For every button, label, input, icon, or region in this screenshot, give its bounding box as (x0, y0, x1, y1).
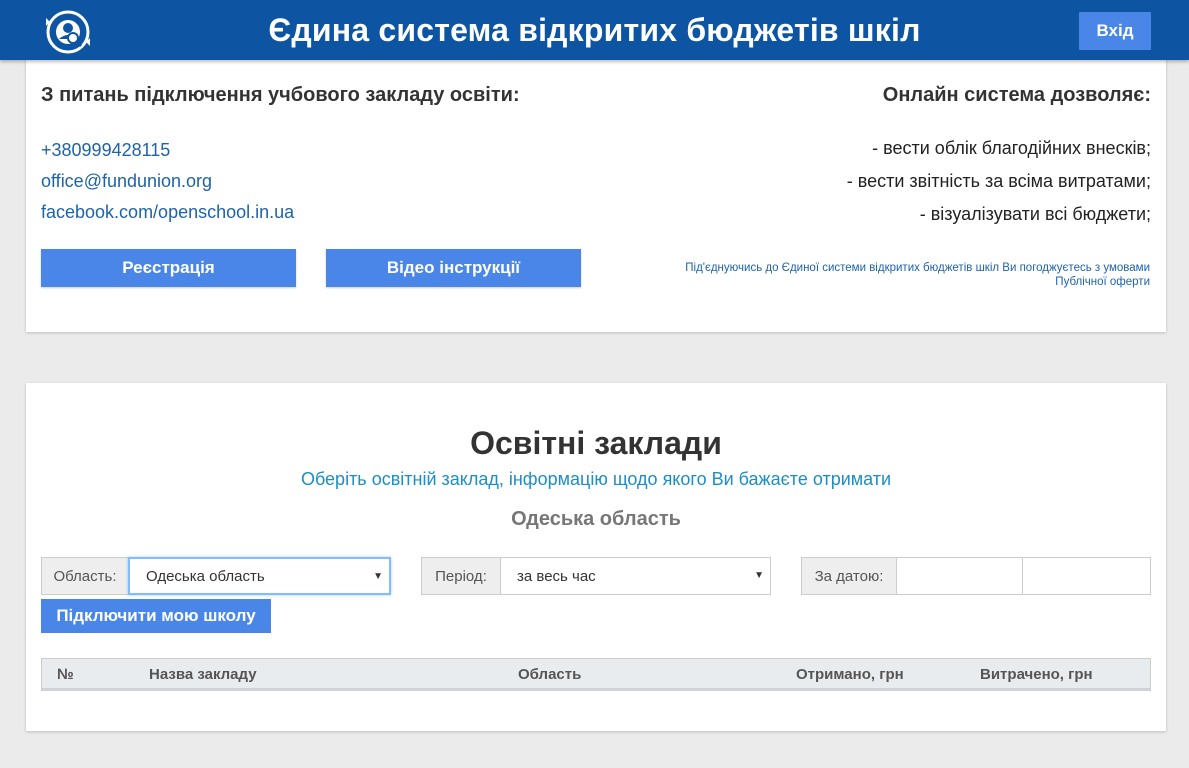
dropdown-arrow-icon: ▼ (754, 570, 764, 581)
email-link[interactable]: office@fundunion.org (41, 171, 212, 192)
column-received[interactable]: Отримано, грн (796, 666, 904, 683)
terms-notice: Під'єднуючись до Єдиної системи відкрити… (630, 261, 1150, 289)
period-select-value: за весь час (517, 567, 596, 585)
dropdown-arrow-icon: ▼ (373, 571, 383, 582)
video-instructions-button[interactable]: Відео інструкції (326, 249, 581, 287)
public-offer-link[interactable]: Публічної оферти (630, 275, 1150, 289)
site-title: Єдина система відкритих бюджетів шкіл (268, 12, 921, 48)
page-subtitle: Оберіть освітній заклад, інформацію щодо… (300, 469, 892, 489)
connection-info-card: З питань підключення учбового закладу ос… (26, 58, 1166, 332)
login-button[interactable]: Вхід (1079, 12, 1151, 50)
page-title: Освітні заклади (470, 425, 722, 461)
feature-item: - візуалізувати всі бюджети; (919, 204, 1151, 224)
date-from-input[interactable] (896, 557, 1023, 595)
features-heading: Онлайн система дозволяє: (882, 84, 1151, 106)
connect-school-button[interactable]: Підключити мою школу (41, 599, 271, 633)
feature-item: - вести облік благодійних внесків; (872, 138, 1151, 158)
date-to-input[interactable] (1022, 557, 1151, 595)
column-spent[interactable]: Витрачено, грн (980, 666, 1093, 683)
feature-item: - вести звітність за всіма витратами; (846, 171, 1151, 191)
register-button[interactable]: Реєстрація (41, 249, 296, 287)
column-number[interactable]: № (57, 666, 74, 683)
column-name[interactable]: Назва закладу (149, 666, 257, 683)
institutions-table-header: № Назва закладу Область Отримано, грн Ви… (41, 658, 1151, 691)
facebook-link[interactable]: facebook.com/openschool.in.ua (41, 202, 294, 223)
top-header: Єдина система відкритих бюджетів шкіл Вх… (0, 0, 1189, 60)
region-select-value: Одеська область (146, 567, 265, 585)
region-filter-label: Область: (41, 557, 129, 595)
institutions-card: Освітні заклади Оберіть освітній заклад,… (26, 383, 1166, 731)
connection-heading: З питань підключення учбового закладу ос… (41, 84, 520, 106)
date-filter-label: За датою: (801, 557, 897, 595)
phone-link[interactable]: +380999428115 (41, 140, 170, 161)
selected-region-heading: Одеська область (511, 508, 681, 530)
period-filter-label: Період: (421, 557, 501, 595)
region-select[interactable]: Одеська область ▼ (128, 557, 391, 595)
period-select[interactable]: за весь час ▼ (500, 557, 771, 595)
terms-text: Під'єднуючись до Єдиної системи відкрити… (685, 262, 1150, 274)
column-region[interactable]: Область (518, 666, 581, 683)
